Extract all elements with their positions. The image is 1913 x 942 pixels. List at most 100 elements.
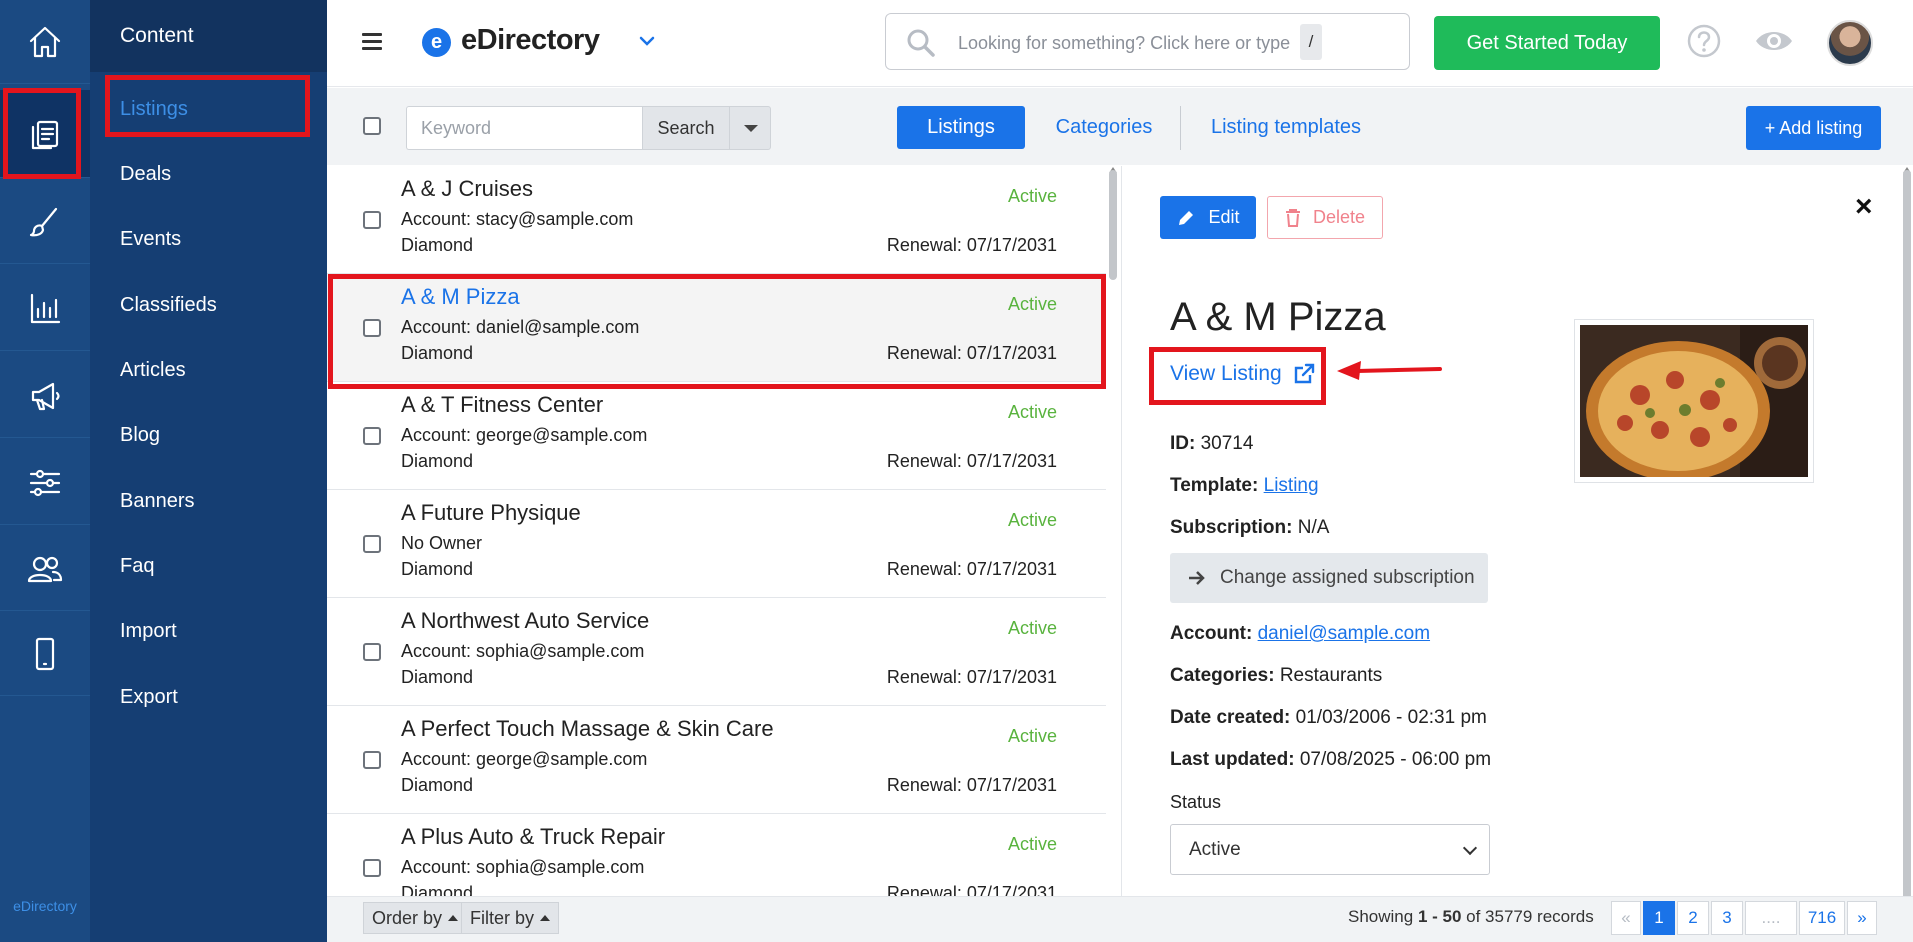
add-listing-button[interactable]: + Add listing [1746,106,1881,150]
delete-label: Delete [1312,207,1366,227]
change-subscription-button[interactable]: Change assigned subscription [1170,553,1488,603]
nav-item-export[interactable]: Export [120,686,178,709]
help-icon[interactable] [1686,23,1722,59]
tab-categories[interactable]: Categories [1040,106,1168,149]
nav-item-banners[interactable]: Banners [120,490,195,513]
row-checkbox[interactable] [363,859,381,877]
nav-item-faq[interactable]: Faq [120,555,154,578]
avatar[interactable] [1827,20,1873,66]
page-last[interactable]: » [1847,901,1877,935]
nav-item-events[interactable]: Events [120,228,181,251]
external-link-icon [1294,363,1314,384]
listing-name[interactable]: A Northwest Auto Service [401,608,649,634]
listing-image [1574,319,1814,483]
listing-level: Diamond [401,343,474,363]
content-icon[interactable] [0,90,90,178]
listing-renewal: Renewal: 07/17/2031 [886,235,1057,255]
edit-button[interactable]: Edit [1160,196,1256,239]
search-options-dropdown[interactable] [729,106,771,150]
detail-id: ID: 30714 [1170,433,1254,454]
order-by-button[interactable]: Order by [363,902,468,934]
icon-rail: eDirectory [0,0,90,942]
get-started-button[interactable]: Get Started Today [1434,16,1660,70]
row-checkbox[interactable] [363,211,381,229]
listing-renewal: Renewal: 07/17/2031 [886,883,1057,896]
users-icon[interactable] [0,527,90,611]
status-badge: Active [1007,186,1057,206]
reports-icon[interactable] [0,267,90,351]
page-2[interactable]: 2 [1677,901,1709,935]
status-badge: Active [1007,510,1057,530]
trash-icon [1285,208,1300,227]
delete-button[interactable]: Delete [1267,196,1383,239]
design-icon[interactable] [0,180,90,264]
nav-item-classifieds[interactable]: Classifieds [120,294,217,317]
page-first[interactable]: « [1611,901,1641,935]
page-1[interactable]: 1 [1643,901,1675,935]
detail-scrollbar[interactable] [1903,170,1911,910]
promote-icon[interactable] [0,354,90,438]
listing-level: Diamond [401,559,474,579]
detail-title: A & M Pizza [1170,295,1386,339]
eye-icon[interactable] [1754,25,1794,57]
table-row[interactable]: A Northwest Auto Service Account: sophia… [327,598,1106,706]
row-checkbox[interactable] [363,751,381,769]
table-row[interactable]: A Perfect Touch Massage & Skin Care Acco… [327,706,1106,814]
settings-sliders-icon[interactable] [0,441,90,525]
listing-name[interactable]: A Perfect Touch Massage & Skin Care [401,716,774,742]
listing-renewal: Renewal: 07/17/2031 [886,451,1057,471]
table-row[interactable]: A & M Pizza Account: daniel@sample.com D… [327,274,1106,382]
select-all-checkbox[interactable] [363,117,381,135]
nav-item-listings[interactable]: Listings [120,98,188,121]
row-checkbox[interactable] [363,643,381,661]
listing-account: Account: sophia@sample.com [401,857,645,877]
nav-item-articles[interactable]: Articles [120,359,186,382]
global-search[interactable]: Looking for something? Click here or typ… [885,13,1410,70]
detail-account: Account: daniel@sample.com [1170,623,1431,644]
listing-name[interactable]: A & J Cruises [401,176,533,202]
listing-level: Diamond [401,451,474,471]
view-listing-link[interactable]: View Listing [1170,362,1316,386]
account-link[interactable]: daniel@sample.com [1258,623,1430,644]
nav-title: Content [120,24,194,47]
listing-account: Account: george@sample.com [401,425,648,445]
home-icon[interactable] [0,0,90,84]
list-footer [327,896,1913,942]
records-count: Showing 1 - 50 of 35779 records [1348,907,1594,926]
keyword-input[interactable] [406,106,643,150]
nav-item-import[interactable]: Import [120,620,177,643]
row-checkbox[interactable] [363,319,381,337]
listing-name[interactable]: A & T Fitness Center [401,392,603,418]
close-icon[interactable]: × [1855,190,1873,224]
rail-brand: eDirectory [13,898,77,914]
chevron-down-icon[interactable] [638,32,656,50]
page-3[interactable]: 3 [1711,901,1743,935]
listing-renewal: Renewal: 07/17/2031 [886,667,1057,687]
table-row[interactable]: A Future Physique No Owner Diamond Activ… [327,490,1106,598]
template-link[interactable]: Listing [1264,475,1319,496]
filter-by-button[interactable]: Filter by [461,902,560,934]
row-checkbox[interactable] [363,427,381,445]
table-row[interactable]: A & J Cruises Account: stacy@sample.com … [327,166,1106,274]
logo-text[interactable]: eDirectory [461,24,600,57]
mobile-icon[interactable] [0,612,90,696]
listing-level: Diamond [401,883,474,896]
search-button[interactable]: Search [642,106,730,150]
tab-listings[interactable]: Listings [897,106,1025,149]
list-scrollbar[interactable] [1109,170,1117,280]
listing-name[interactable]: A Future Physique [401,500,581,526]
tab-listing-templates[interactable]: Listing templates [1196,106,1376,149]
listing-account: Account: sophia@sample.com [401,641,645,661]
detail-last-updated: Last updated: 07/08/2025 - 06:00 pm [1170,749,1492,770]
detail-template: Template: Listing [1170,475,1319,496]
status-select[interactable]: Active [1170,824,1490,875]
nav-item-blog[interactable]: Blog [120,424,160,447]
row-checkbox[interactable] [363,535,381,553]
listing-name[interactable]: A & M Pizza [401,284,520,310]
listing-name[interactable]: A Plus Auto & Truck Repair [401,824,665,850]
nav-item-deals[interactable]: Deals [120,163,171,186]
table-row[interactable]: A Plus Auto & Truck Repair Account: soph… [327,814,1106,896]
table-row[interactable]: A & T Fitness Center Account: george@sam… [327,382,1106,490]
menu-icon[interactable] [362,33,382,51]
page-716[interactable]: 716 [1799,901,1845,935]
